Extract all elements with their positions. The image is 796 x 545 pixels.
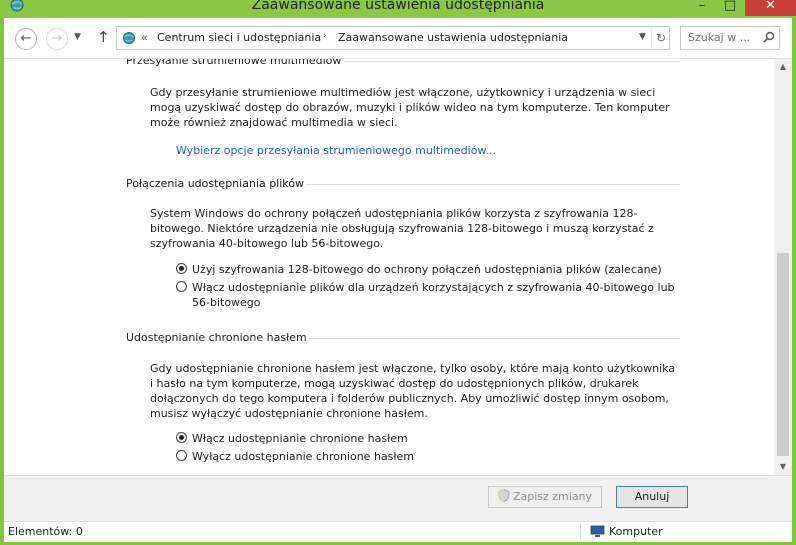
section-heading-file-sharing: Połączenia udostępniania plików: [126, 177, 305, 190]
password-sharing-description: Gdy udostępnianie chronione hasłem jest …: [150, 362, 676, 420]
search-placeholder: Szukaj w ...: [688, 31, 751, 44]
address-bar[interactable]: « Centrum sieci i udostępniania › Zaawan…: [116, 26, 670, 50]
radio-label[interactable]: Włącz udostępnianie chronione hasłem: [192, 431, 408, 446]
address-overflow[interactable]: «: [141, 31, 148, 44]
radio-enable-password[interactable]: [176, 432, 187, 443]
maximize-button[interactable]: □: [716, 0, 744, 16]
scroll-up-button[interactable]: ▲: [774, 59, 792, 75]
uac-shield-icon: [498, 489, 510, 502]
address-dropdown-button[interactable]: ▼: [639, 32, 646, 42]
vertical-scrollbar[interactable]: ▲ ▼: [774, 59, 792, 475]
settings-content: Przesyłanie strumieniowe multimediów Gdy…: [4, 59, 774, 475]
section-heading-media-streaming: Przesyłanie strumieniowe multimediów: [126, 59, 342, 67]
radio-128bit[interactable]: [176, 263, 187, 274]
media-streaming-options-link[interactable]: Wybierz opcje przesyłania strumieniowego…: [176, 144, 496, 157]
status-bar: Elementów: 0 Komputer: [4, 521, 792, 542]
media-streaming-description: Gdy przesyłanie strumieniowe multimediów…: [150, 86, 670, 129]
chevron-right-icon[interactable]: ›: [323, 31, 327, 41]
zone-location: Komputer: [609, 525, 663, 538]
breadcrumb-network-center[interactable]: Centrum sieci i udostępniania: [157, 31, 321, 44]
refresh-button[interactable]: ↻: [651, 28, 670, 48]
back-button[interactable]: ←: [15, 28, 37, 50]
window-title: Zaawansowane ustawienia udostępniania: [251, 0, 545, 13]
button-bar: Zapisz zmiany Anuluj: [4, 475, 792, 522]
title-bar: Zaawansowane ustawienia udostępniania – …: [0, 0, 796, 18]
radio-40-56bit[interactable]: [176, 281, 187, 292]
up-button[interactable]: ↑: [97, 28, 110, 46]
search-icon[interactable]: [763, 31, 775, 43]
status-divider: [580, 524, 581, 540]
section-divider: [308, 338, 680, 339]
navigation-bar: ← → ▼ ↑ « Centrum sieci i udostępniania …: [4, 18, 792, 59]
save-changes-button[interactable]: Zapisz zmiany: [488, 486, 602, 508]
section-heading-password-sharing: Udostępnianie chronione hasłem: [126, 331, 307, 344]
scroll-thumb[interactable]: [777, 253, 789, 456]
radio-label[interactable]: Włącz udostępnianie plików dla urządzeń …: [192, 280, 675, 310]
recent-locations-button[interactable]: ▼: [74, 32, 81, 42]
minimize-button[interactable]: –: [688, 0, 716, 16]
close-button[interactable]: ✕: [745, 0, 796, 16]
scroll-down-button[interactable]: ▼: [774, 459, 792, 475]
cancel-button[interactable]: Anuluj: [616, 486, 688, 508]
radio-disable-password[interactable]: [176, 450, 187, 461]
item-count: Elementów: 0: [8, 525, 83, 538]
computer-icon: [590, 525, 605, 537]
radio-label[interactable]: Użyj szyfrowania 128-bitowego do ochrony…: [192, 262, 662, 277]
forward-button[interactable]: →: [46, 28, 68, 50]
network-icon: [123, 32, 135, 44]
search-input[interactable]: Szukaj w ...: [680, 26, 780, 50]
breadcrumb-advanced-sharing[interactable]: Zaawansowane ustawienia udostępniania: [338, 31, 568, 44]
save-changes-label: Zapisz zmiany: [512, 490, 593, 503]
section-divider: [306, 184, 680, 185]
radio-label[interactable]: Wyłącz udostępnianie chronione hasłem: [192, 449, 414, 464]
file-sharing-description: System Windows do ochrony połączeń udost…: [150, 207, 654, 250]
section-divider: [344, 61, 680, 62]
